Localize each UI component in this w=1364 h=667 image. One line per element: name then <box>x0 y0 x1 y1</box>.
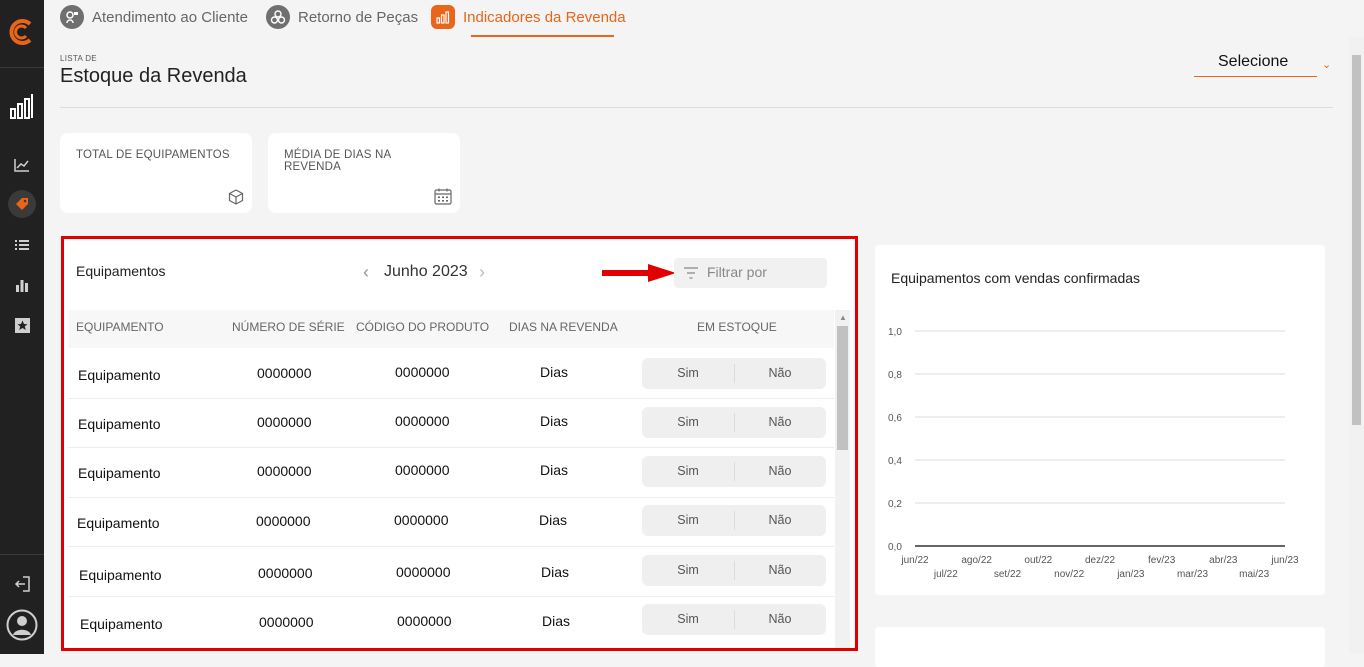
list-nav[interactable] <box>0 236 44 254</box>
star-nav[interactable] <box>0 316 44 334</box>
tab-atendimento[interactable]: Atendimento ao Cliente <box>60 4 248 30</box>
highlight-frame <box>61 236 858 651</box>
page-title: Estoque da Revenda <box>60 65 247 87</box>
bars-icon <box>16 280 28 292</box>
logout-icon <box>14 576 30 592</box>
kpi-total-equipamentos: TOTAL DE EQUIPAMENTOS <box>60 133 252 213</box>
page-scrollbar[interactable] <box>1349 37 1364 654</box>
x-tick-label: mar/23 <box>1177 569 1209 580</box>
x-tick-label: dez/22 <box>1085 555 1115 566</box>
star-box-icon <box>14 317 30 333</box>
x-tick-label: mai/23 <box>1239 569 1269 580</box>
list-icon <box>15 240 29 250</box>
tab-retorno[interactable]: Retorno de Peças <box>266 4 418 30</box>
tab-indicadores[interactable]: Indicadores da Revenda <box>431 4 626 30</box>
line-chart-icon <box>14 159 29 172</box>
revenda-select[interactable]: Selecione <box>1194 52 1317 77</box>
y-tick-label: 0,2 <box>888 499 902 510</box>
kpi-label-line2: REVENDA <box>284 161 341 173</box>
indicators-nav[interactable] <box>0 90 44 122</box>
y-tick-label: 0,4 <box>888 456 902 467</box>
logout-nav[interactable] <box>0 574 44 594</box>
logo-icon <box>9 19 32 45</box>
chart-card: Equipamentos com vendas confirmadas 1,0 0… <box>875 245 1325 595</box>
tab-label: Atendimento ao Cliente <box>92 8 248 26</box>
box-icon <box>228 189 244 205</box>
x-tick-label: fev/23 <box>1148 555 1176 566</box>
x-tick-label: jun/22 <box>900 555 929 566</box>
x-tick-label: jun/23 <box>1270 555 1299 566</box>
x-tick-label: jul/22 <box>933 569 958 580</box>
select-value: Selecione <box>1218 53 1289 70</box>
bar-chart-icon <box>431 5 455 29</box>
tag-icon <box>16 198 28 210</box>
page-eyebrow: LISTA DE <box>60 54 97 63</box>
kpi-label-line1: MÉDIA DE DIAS NA <box>284 149 392 161</box>
chevron-down-icon[interactable]: ⌄ <box>1322 58 1331 71</box>
x-tick-label: set/22 <box>994 569 1022 580</box>
tag-nav[interactable] <box>0 190 44 218</box>
logo[interactable] <box>0 14 44 50</box>
kpi-label: MÉDIA DE DIAS NA REVENDA <box>284 149 391 173</box>
kpi-label: TOTAL DE EQUIPAMENTOS <box>76 149 230 161</box>
page-scroll-thumb[interactable] <box>1352 55 1361 425</box>
kpi-media-dias: MÉDIA DE DIAS NA REVENDA <box>268 133 460 213</box>
y-tick-label: 0,8 <box>888 370 902 381</box>
y-tick-label: 0,6 <box>888 413 902 424</box>
line-chart: 1,0 0,8 0,6 0,4 0,2 0,0 jun/22 jul/22ago/22set/… <box>888 327 1299 580</box>
avatar-icon <box>6 609 38 641</box>
header-divider <box>60 107 1333 108</box>
bar-chart-icon <box>10 94 33 119</box>
calendar-icon <box>434 188 452 205</box>
headset-icon <box>60 5 84 29</box>
x-tick-label: jan/23 <box>1116 569 1145 580</box>
y-tick-label: 0,0 <box>888 542 902 553</box>
x-tick-label: out/22 <box>1024 555 1052 566</box>
x-tick-label: ago/22 <box>961 555 992 566</box>
line-chart-nav[interactable] <box>0 154 44 176</box>
parts-icon <box>266 5 290 29</box>
tab-label: Retorno de Peças <box>298 8 419 26</box>
profile-nav[interactable] <box>0 608 44 642</box>
tab-label: Indicadores da Revenda <box>463 8 626 26</box>
y-tick-label: 1,0 <box>888 327 902 338</box>
sidebar <box>0 0 44 654</box>
bars-nav[interactable] <box>0 276 44 294</box>
second-chart-card <box>875 627 1325 667</box>
x-tick-label: abr/23 <box>1209 555 1238 566</box>
x-tick-label: nov/22 <box>1054 569 1084 580</box>
